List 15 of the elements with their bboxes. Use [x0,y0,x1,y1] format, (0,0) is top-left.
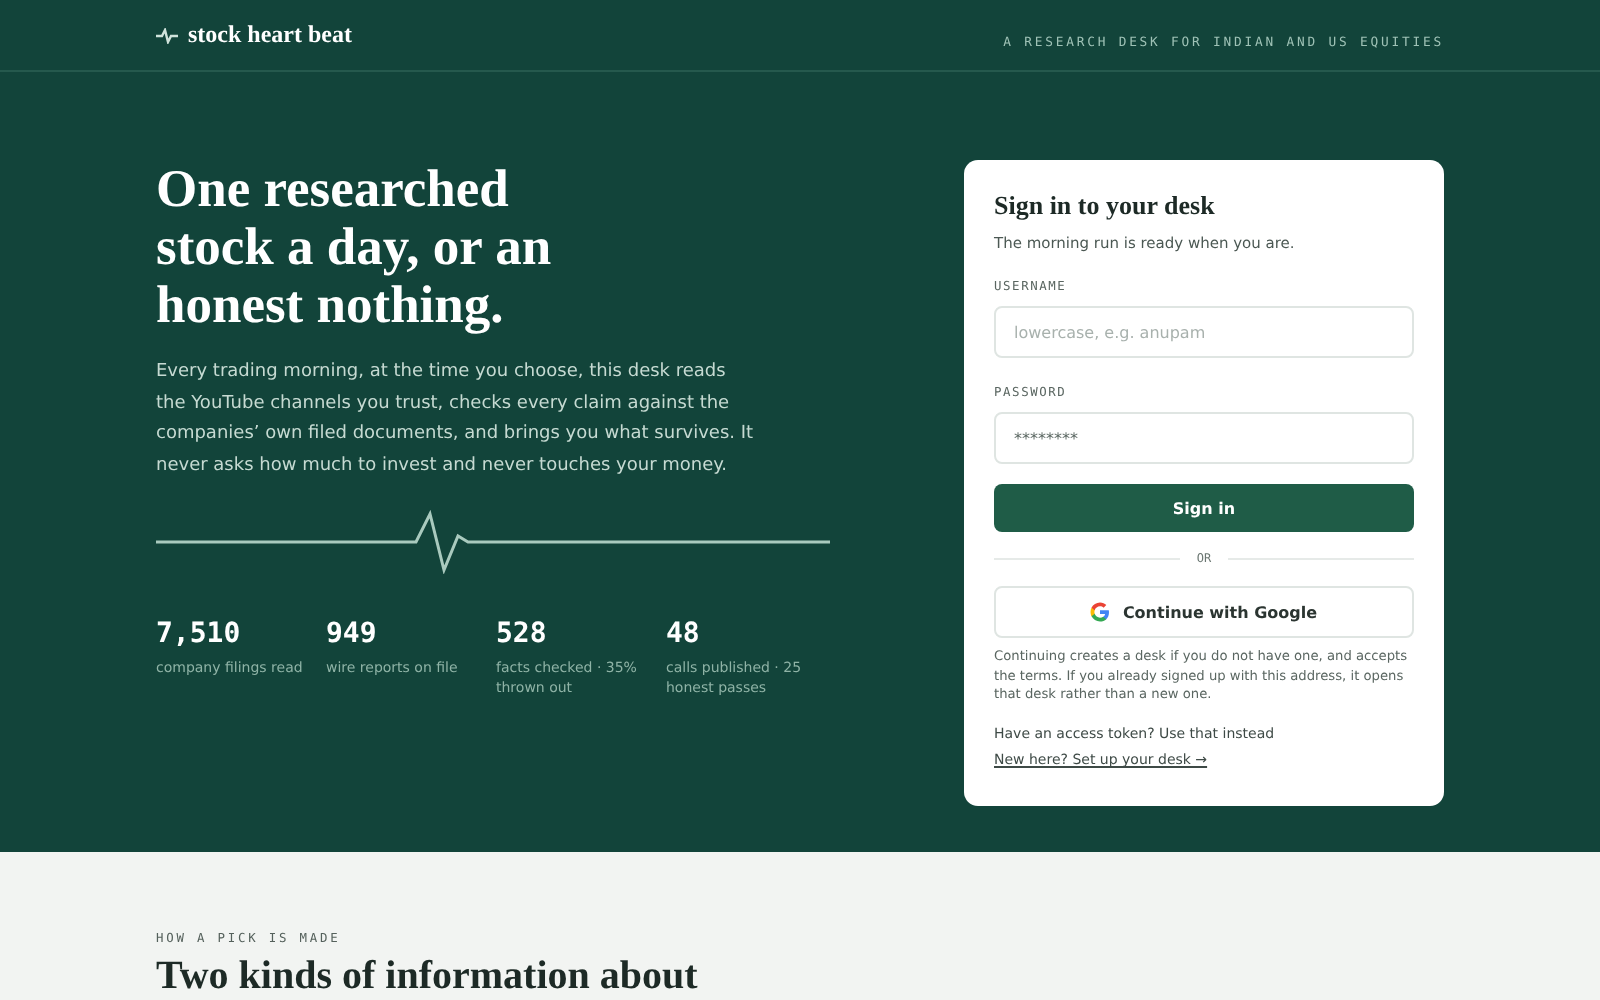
stat-value: 949 [326,618,379,650]
input-field[interactable]: ******** [994,412,1414,464]
headline: One researched stock a day, or an honest nothing. [156,160,554,334]
pulse-icon [156,27,178,43]
sign-in-button[interactable]: Sign in [994,484,1414,532]
intro-paragraph: Every trading morning, at the time you choose, this desk reads the YouTube channels you trust, checks every claim against the companies’ own filed documents, and brings you what survives. It never asks how much to invest and never touches your money. [156,360,756,479]
section-heading: Two kinds of information about [156,954,700,1000]
google-button[interactable]: Continue with Google [994,586,1414,638]
brand-name: stock heart beat [188,20,352,50]
stat-value: 528 [496,618,549,650]
google-icon [1090,602,1111,622]
stat-value: 48 [666,618,702,650]
card-title: Sign in to your desk [994,190,1217,222]
input-field[interactable]: lowercase, e.g. anupam [994,306,1414,358]
stat-value: 7,510 [156,618,243,650]
